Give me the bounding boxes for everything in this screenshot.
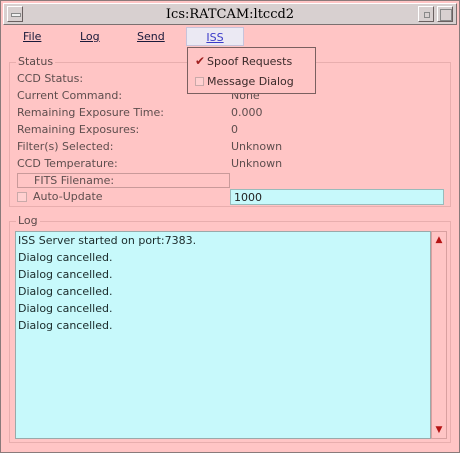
- log-line: Dialog cancelled.: [18, 319, 113, 332]
- maximize-icon[interactable]: [437, 6, 453, 22]
- remaining-exposures-label: Remaining Exposures:: [17, 123, 140, 136]
- menu-log[interactable]: Log: [80, 27, 100, 46]
- menu-send[interactable]: Send: [137, 27, 165, 46]
- log-line: Dialog cancelled.: [18, 268, 113, 281]
- auto-update-checkbox[interactable]: [17, 192, 27, 202]
- menu-item-message-dialog[interactable]: Message Dialog: [192, 73, 312, 91]
- remaining-exposure-time-label: Remaining Exposure Time:: [17, 106, 164, 119]
- menu-item-label: Spoof Requests: [207, 55, 293, 68]
- log-line: Dialog cancelled.: [18, 251, 113, 264]
- log-line: ISS Server started on port:7383.: [18, 234, 197, 247]
- log-group-label: Log: [16, 214, 40, 227]
- checkmark-icon: ✔: [195, 54, 206, 68]
- fits-filename-label: FITS Filename:: [34, 174, 115, 187]
- current-command-label: Current Command:: [17, 89, 123, 102]
- menu-send-label: Send: [137, 30, 165, 43]
- ccd-temperature-label: CCD Temperature:: [17, 157, 118, 170]
- menu-file[interactable]: File: [23, 27, 41, 46]
- log-line: Dialog cancelled.: [18, 302, 113, 315]
- title-bar[interactable]: Ics:RATCAM:ltccd2: [3, 3, 457, 25]
- menu-item-label: Message Dialog: [207, 75, 294, 88]
- scroll-up-arrow-icon[interactable]: ▲: [433, 234, 445, 246]
- auto-update-label: Auto-Update: [33, 190, 103, 203]
- unchecked-box-icon: [195, 77, 204, 86]
- auto-update-interval-input[interactable]: 1000: [230, 189, 444, 205]
- menu-iss[interactable]: ISS: [186, 27, 244, 46]
- menu-item-spoof-requests[interactable]: ✔ Spoof Requests: [192, 53, 312, 71]
- remaining-exposures-value: 0: [231, 123, 238, 136]
- menu-bar: File Log Send ISS: [5, 27, 455, 47]
- remaining-exposure-time-value: 0.000: [231, 106, 263, 119]
- log-scrollbar[interactable]: ▲ ▼: [431, 231, 447, 439]
- fits-filename-button[interactable]: FITS Filename:: [17, 173, 230, 188]
- menu-log-label: Log: [80, 30, 100, 43]
- ccd-temperature-value: Unknown: [231, 157, 283, 170]
- menu-iss-label: ISS: [206, 31, 224, 44]
- status-group-label: Status: [16, 55, 56, 68]
- filters-selected-value: Unknown: [231, 140, 283, 153]
- scroll-down-arrow-icon[interactable]: ▼: [433, 424, 445, 436]
- log-line: Dialog cancelled.: [18, 285, 113, 298]
- menu-file-label: File: [23, 30, 42, 43]
- filters-selected-label: Filter(s) Selected:: [17, 140, 114, 153]
- minimize-icon[interactable]: [418, 6, 434, 22]
- application-window: Ics:RATCAM:ltccd2 File Log Send ISS ✔ Sp…: [0, 0, 460, 453]
- log-text-area[interactable]: ISS Server started on port:7383. Dialog …: [15, 231, 431, 439]
- iss-dropdown-menu: ✔ Spoof Requests Message Dialog: [187, 47, 316, 94]
- ccd-status-label: CCD Status:: [17, 72, 84, 85]
- window-title: Ics:RATCAM:ltccd2: [165, 7, 295, 22]
